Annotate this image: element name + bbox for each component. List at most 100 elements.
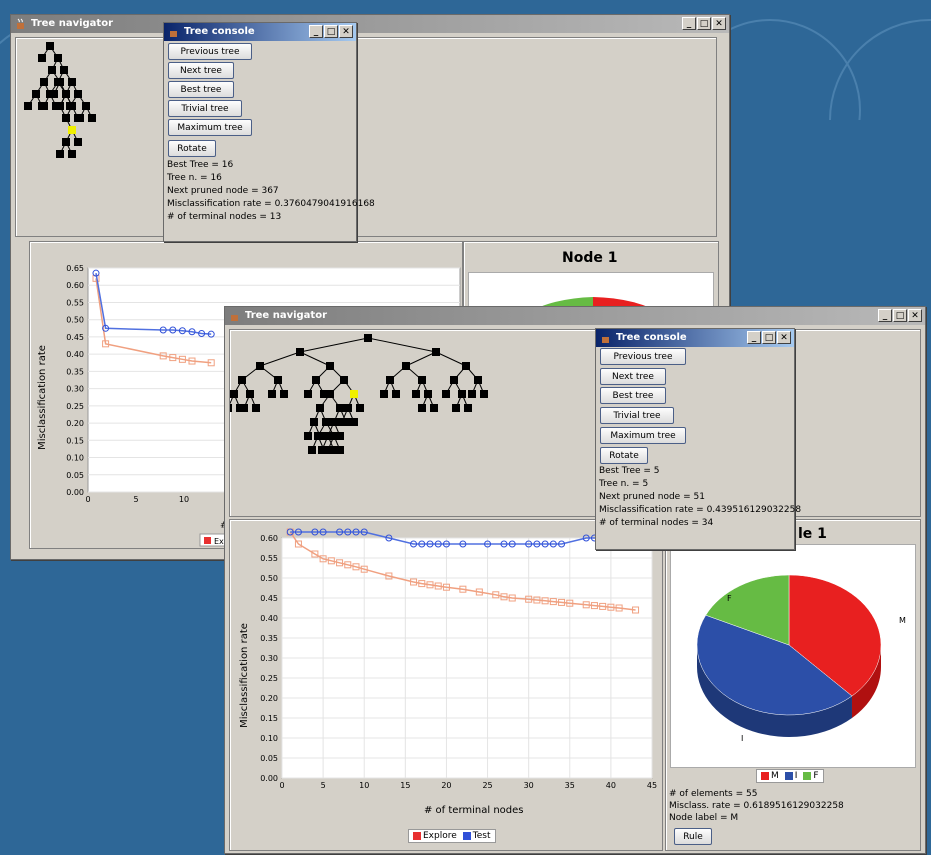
tree-node bbox=[316, 404, 324, 412]
tree-node bbox=[442, 390, 450, 398]
front-chart-legend: Explore Test bbox=[408, 829, 496, 843]
back-best-tree-button[interactable]: Best tree bbox=[168, 81, 234, 98]
tree-node bbox=[230, 390, 238, 398]
front-tree-n-text: Tree n. = 5 bbox=[599, 479, 649, 489]
java-cup-icon bbox=[168, 26, 180, 38]
tree-node bbox=[308, 446, 316, 454]
y-tick-label: 0.10 bbox=[260, 734, 278, 743]
back-trivial-tree-button[interactable]: Trivial tree bbox=[168, 100, 242, 117]
tree-node bbox=[56, 150, 64, 158]
minimize-button[interactable]: _ bbox=[747, 331, 761, 344]
close-button[interactable]: ✕ bbox=[908, 309, 922, 322]
tree-node bbox=[412, 390, 420, 398]
close-button[interactable]: ✕ bbox=[777, 331, 791, 344]
close-button[interactable]: ✕ bbox=[339, 25, 353, 38]
pie-legend-I: I bbox=[784, 771, 797, 781]
tree-node bbox=[312, 376, 320, 384]
y-tick-label: 0.55 bbox=[66, 298, 84, 307]
y-tick-label: 0.60 bbox=[260, 534, 278, 543]
front-misclass-rate-text: Misclassification rate = 0.4395161290322… bbox=[599, 505, 802, 515]
tree-node bbox=[54, 78, 62, 86]
x-tick-label: 5 bbox=[133, 495, 138, 504]
back-pie-title: Node 1 bbox=[562, 250, 618, 266]
y-tick-label: 0.20 bbox=[66, 419, 84, 428]
minimize-button[interactable]: _ bbox=[682, 17, 696, 30]
maximize-button[interactable]: □ bbox=[893, 309, 907, 322]
back-navigator-title: Tree navigator bbox=[31, 18, 114, 29]
x-tick-label: 5 bbox=[321, 781, 326, 790]
tree-node bbox=[256, 362, 264, 370]
y-tick-label: 0.05 bbox=[260, 754, 278, 763]
front-best-tree-button[interactable]: Best tree bbox=[600, 387, 666, 404]
front-next-tree-button[interactable]: Next tree bbox=[600, 368, 666, 385]
tree-node bbox=[62, 138, 70, 146]
y-tick-label: 0.50 bbox=[66, 316, 84, 325]
front-console-titlebar[interactable]: Tree console _ □ ✕ bbox=[596, 329, 794, 347]
back-tree-n-text: Tree n. = 16 bbox=[167, 173, 222, 183]
back-console-titlebar[interactable]: Tree console _ □ ✕ bbox=[164, 23, 356, 41]
front-chart-xlabel: # of terminal nodes bbox=[424, 805, 524, 816]
front-navigator-title: Tree navigator bbox=[245, 310, 328, 321]
y-tick-label: 0.60 bbox=[66, 281, 84, 290]
tree-node bbox=[68, 78, 76, 86]
back-rotate-button[interactable]: Rotate bbox=[168, 140, 216, 157]
front-rotate-button[interactable]: Rotate bbox=[600, 447, 648, 464]
tree-node bbox=[280, 390, 288, 398]
java-cup-icon bbox=[229, 310, 241, 322]
minimize-button[interactable]: _ bbox=[878, 309, 892, 322]
front-pie-legend: M I F bbox=[756, 769, 824, 783]
tree-node bbox=[452, 404, 460, 412]
front-maximum-tree-button[interactable]: Maximum tree bbox=[600, 427, 686, 444]
close-button[interactable]: ✕ bbox=[712, 17, 726, 30]
back-next-pruned-text: Next pruned node = 367 bbox=[167, 186, 279, 196]
back-chart-ylabel: Misclassification rate bbox=[36, 345, 48, 450]
tree-node bbox=[350, 390, 358, 398]
y-tick-label: 0.30 bbox=[260, 654, 278, 663]
tree-node bbox=[344, 404, 352, 412]
front-trivial-tree-button[interactable]: Trivial tree bbox=[600, 407, 674, 424]
front-terminal-nodes-text: # of terminal nodes = 34 bbox=[599, 518, 714, 528]
back-previous-tree-button[interactable]: Previous tree bbox=[168, 43, 252, 60]
back-maximum-tree-button[interactable]: Maximum tree bbox=[168, 119, 252, 136]
back-navigator-titlebar[interactable]: Tree navigator _ □ ✕ bbox=[11, 15, 729, 33]
tree-node bbox=[324, 432, 332, 440]
tree-node bbox=[330, 446, 338, 454]
y-tick-label: 0.40 bbox=[260, 614, 278, 623]
tree-node bbox=[68, 102, 76, 110]
front-previous-tree-button[interactable]: Previous tree bbox=[600, 348, 686, 365]
x-tick-label: 25 bbox=[482, 781, 492, 790]
rule-button[interactable]: Rule bbox=[674, 828, 712, 845]
y-tick-label: 0.15 bbox=[66, 436, 84, 445]
front-tree-console-window: Tree console _ □ ✕ Previous tree Next tree… bbox=[595, 328, 801, 550]
tree-node bbox=[364, 334, 372, 342]
tree-node bbox=[68, 150, 76, 158]
front-chart-ylabel: Misclassification rate bbox=[238, 623, 250, 728]
tree-node bbox=[386, 376, 394, 384]
y-tick-label: 0.35 bbox=[66, 367, 84, 376]
back-next-tree-button[interactable]: Next tree bbox=[168, 62, 234, 79]
x-tick-label: 20 bbox=[441, 781, 451, 790]
y-tick-label: 0.65 bbox=[66, 264, 84, 273]
tree-node bbox=[458, 390, 466, 398]
y-tick-label: 0.25 bbox=[66, 402, 84, 411]
maximize-button[interactable]: □ bbox=[324, 25, 338, 38]
front-navigator-titlebar[interactable]: Tree navigator _ □ ✕ bbox=[225, 307, 925, 325]
tree-node bbox=[82, 102, 90, 110]
front-tree-diagram[interactable] bbox=[224, 330, 920, 516]
maximize-button[interactable]: □ bbox=[697, 17, 711, 30]
tree-node bbox=[318, 446, 326, 454]
y-tick-label: 0.40 bbox=[66, 350, 84, 359]
y-tick-label: 0.00 bbox=[66, 488, 84, 497]
tree-node bbox=[62, 114, 70, 122]
x-tick-label: 0 bbox=[279, 781, 284, 790]
tree-node bbox=[380, 390, 388, 398]
tree-node bbox=[462, 362, 470, 370]
x-tick-label: 10 bbox=[359, 781, 369, 790]
y-tick-label: 0.55 bbox=[260, 554, 278, 563]
tree-node bbox=[54, 54, 62, 62]
maximize-button[interactable]: □ bbox=[762, 331, 776, 344]
minimize-button[interactable]: _ bbox=[309, 25, 323, 38]
y-tick-label: 0.05 bbox=[66, 471, 84, 480]
back-misclass-rate-text: Misclassification rate = 0.3760479041916… bbox=[167, 199, 375, 209]
tree-node bbox=[68, 126, 76, 134]
